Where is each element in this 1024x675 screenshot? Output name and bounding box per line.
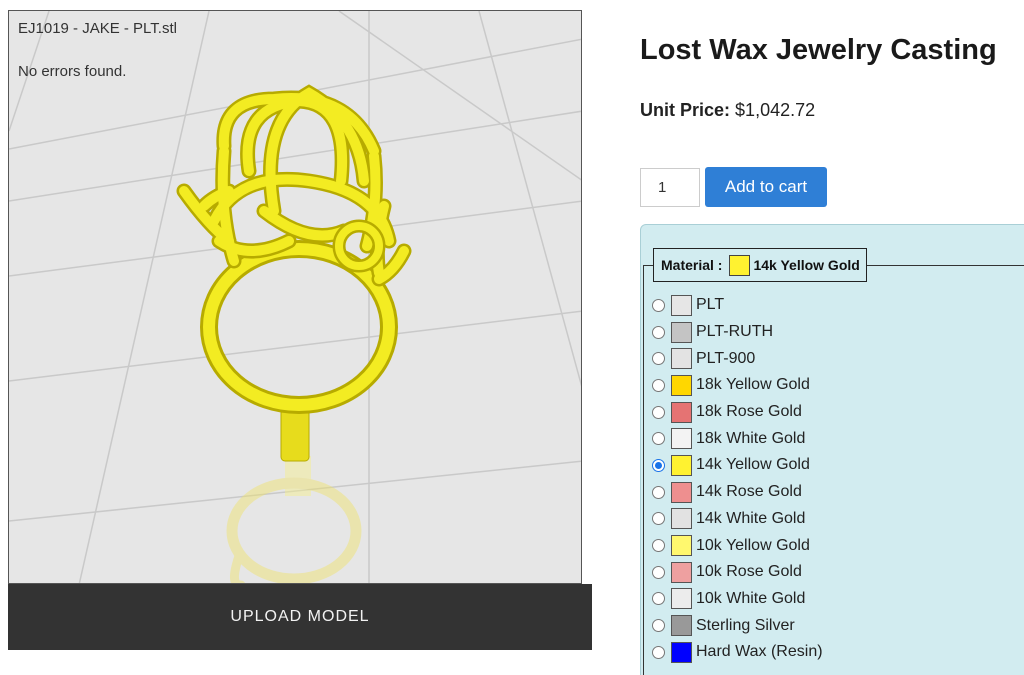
material-option[interactable]: PLT-900 — [651, 345, 1024, 372]
material-radio[interactable] — [652, 485, 665, 499]
material-radio[interactable] — [652, 432, 665, 446]
material-legend-label: Material : — [661, 257, 723, 273]
material-option[interactable]: 10k Yellow Gold — [651, 532, 1024, 559]
material-swatch — [671, 401, 692, 423]
material-swatch — [671, 294, 692, 316]
material-option-label: 18k White Gold — [696, 429, 806, 447]
selected-material-name: 14k Yellow Gold — [753, 257, 860, 273]
material-swatch — [671, 508, 692, 530]
material-options: PLT PLT-RUTH PLT-900 18k Yellow Gold 18k Ros… — [651, 292, 1024, 666]
material-option[interactable]: 10k White Gold — [651, 586, 1024, 613]
material-option-label: 18k Yellow Gold — [696, 376, 810, 394]
material-option[interactable]: 18k White Gold — [651, 425, 1024, 452]
unit-price: Unit Price: $1,042.72 — [640, 100, 815, 121]
material-option[interactable]: PLT — [651, 292, 1024, 319]
material-swatch — [671, 428, 692, 450]
unit-price-value: $1,042.72 — [735, 100, 816, 120]
material-option-label: Sterling Silver — [696, 616, 795, 634]
quantity-input[interactable] — [640, 168, 700, 207]
material-radio[interactable] — [652, 458, 665, 472]
selected-material-swatch — [729, 254, 751, 276]
material-option[interactable]: PLT-RUTH — [651, 319, 1024, 346]
material-swatch — [671, 535, 692, 557]
material-option[interactable]: 18k Rose Gold — [651, 399, 1024, 426]
material-option-label: 14k White Gold — [696, 509, 806, 527]
model-file-name: EJ1019 - JAKE - PLT.stl — [18, 20, 177, 37]
material-option[interactable]: Sterling Silver — [651, 612, 1024, 639]
validation-status: No errors found. — [18, 63, 127, 80]
material-option-label: PLT-RUTH — [696, 323, 774, 341]
material-option[interactable]: Hard Wax (Resin) — [651, 639, 1024, 666]
model-viewer[interactable]: EJ1019 - JAKE - PLT.stl No errors found. — [8, 10, 582, 584]
material-radio[interactable] — [652, 565, 665, 579]
material-radio[interactable] — [652, 592, 665, 606]
material-option-label: 10k White Gold — [696, 589, 806, 607]
material-option-label: 10k Rose Gold — [696, 563, 802, 581]
material-option[interactable]: 14k White Gold — [651, 506, 1024, 533]
product-title: Lost Wax Jewelry Casting — [640, 34, 997, 66]
material-option-label: 18k Rose Gold — [696, 403, 802, 421]
material-option[interactable]: 14k Rose Gold — [651, 479, 1024, 506]
material-radio[interactable] — [652, 352, 665, 366]
ring-reflection — [226, 456, 362, 583]
material-swatch — [671, 348, 692, 370]
model-render[interactable] — [9, 11, 582, 584]
ring-model — [176, 84, 412, 583]
material-swatch — [671, 641, 692, 663]
material-option-label: PLT-900 — [696, 349, 756, 367]
material-radio[interactable] — [652, 512, 665, 526]
unit-price-label: Unit Price: — [640, 100, 731, 120]
material-radio[interactable] — [652, 619, 665, 633]
material-option-label: 10k Yellow Gold — [696, 536, 810, 554]
material-radio[interactable] — [652, 539, 665, 553]
upload-model-button[interactable]: UPLOAD MODEL — [8, 584, 592, 650]
material-swatch — [671, 454, 692, 476]
material-radio[interactable] — [652, 325, 665, 339]
material-swatch — [671, 481, 692, 503]
add-to-cart-button[interactable]: Add to cart — [705, 167, 827, 207]
material-swatch — [671, 374, 692, 396]
material-option-label: 14k Rose Gold — [696, 483, 802, 501]
material-radio[interactable] — [652, 378, 665, 392]
material-radio[interactable] — [652, 645, 665, 659]
material-option-label: Hard Wax (Resin) — [696, 643, 823, 661]
material-radio[interactable] — [652, 298, 665, 312]
material-swatch — [671, 588, 692, 610]
material-legend: Material : 14k Yellow Gold — [653, 248, 867, 282]
material-option-label: 14k Yellow Gold — [696, 456, 810, 474]
material-option[interactable]: 18k Yellow Gold — [651, 372, 1024, 399]
material-swatch — [671, 615, 692, 637]
material-radio[interactable] — [652, 405, 665, 419]
material-option[interactable]: 10k Rose Gold — [651, 559, 1024, 586]
material-option[interactable]: 14k Yellow Gold — [651, 452, 1024, 479]
material-swatch — [671, 561, 692, 583]
material-swatch — [671, 321, 692, 343]
material-option-label: PLT — [696, 296, 725, 314]
